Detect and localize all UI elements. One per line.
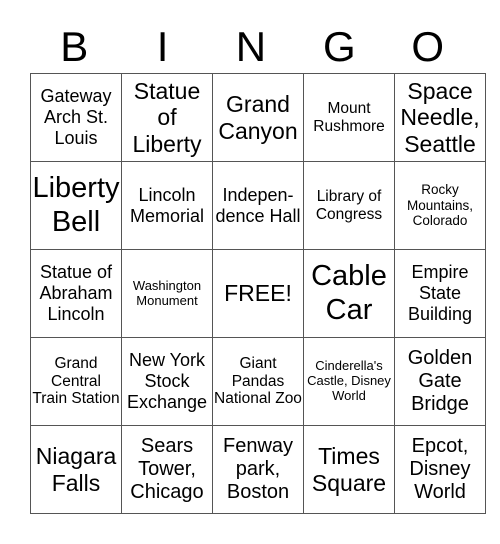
bingo-cell[interactable]: Washington Monument — [121, 249, 213, 338]
free-space[interactable]: FREE! — [212, 249, 304, 338]
bingo-cell[interactable]: Grand Central Train Station — [30, 337, 122, 426]
grid-row: Liberty Bell Lincoln Memorial Indepen-de… — [30, 161, 486, 250]
bingo-cell[interactable]: Liberty Bell — [30, 161, 122, 250]
bingo-cell[interactable]: New York Stock Exchange — [121, 337, 213, 426]
header-letter-g: G — [323, 23, 356, 70]
bingo-cell[interactable]: Library of Congress — [303, 161, 395, 250]
bingo-cell[interactable]: Grand Canyon — [212, 73, 304, 162]
grid-row: Niagara Falls Sears Tower, Chicago Fenwa… — [30, 425, 486, 514]
bingo-cell[interactable]: Mount Rushmore — [303, 73, 395, 162]
header-letter-b: B — [60, 23, 89, 70]
bingo-cell[interactable]: Fenway park, Boston — [212, 425, 304, 514]
bingo-grid: Gateway Arch St. Louis Statue of Liberty… — [30, 73, 486, 514]
grid-row: Gateway Arch St. Louis Statue of Liberty… — [30, 73, 486, 162]
bingo-cell[interactable]: Cable Car — [303, 249, 395, 338]
bingo-cell[interactable]: Golden Gate Bridge — [394, 337, 486, 426]
bingo-cell[interactable]: Epcot, Disney World — [394, 425, 486, 514]
bingo-cell[interactable]: Statue of Abraham Lincoln — [30, 249, 122, 338]
bingo-cell[interactable]: Gateway Arch St. Louis — [30, 73, 122, 162]
header-letter-i: I — [156, 23, 169, 70]
grid-row: Grand Central Train Station New York Sto… — [30, 337, 486, 426]
bingo-cell[interactable]: Sears Tower, Chicago — [121, 425, 213, 514]
header-letter-n: N — [235, 23, 267, 70]
bingo-cell[interactable]: Space Needle, Seattle — [394, 73, 486, 162]
bingo-cell[interactable]: Times Square — [303, 425, 395, 514]
bingo-cell[interactable]: Empire State Building — [394, 249, 486, 338]
bingo-cell[interactable]: Giant Pandas National Zoo — [212, 337, 304, 426]
bingo-cell[interactable]: Lincoln Memorial — [121, 161, 213, 250]
grid-row: Statue of Abraham Lincoln Washington Mon… — [30, 249, 486, 338]
bingo-cell[interactable]: Statue of Liberty — [121, 73, 213, 162]
bingo-cell[interactable]: Indepen-dence Hall — [212, 161, 304, 250]
bingo-cell[interactable]: Niagara Falls — [30, 425, 122, 514]
bingo-header: B I N G O — [30, 22, 472, 72]
header-letter-o: O — [411, 23, 445, 70]
bingo-cell[interactable]: Cinderella's Castle, Disney World — [303, 337, 395, 426]
bingo-cell[interactable]: Rocky Mountains, Colorado — [394, 161, 486, 250]
